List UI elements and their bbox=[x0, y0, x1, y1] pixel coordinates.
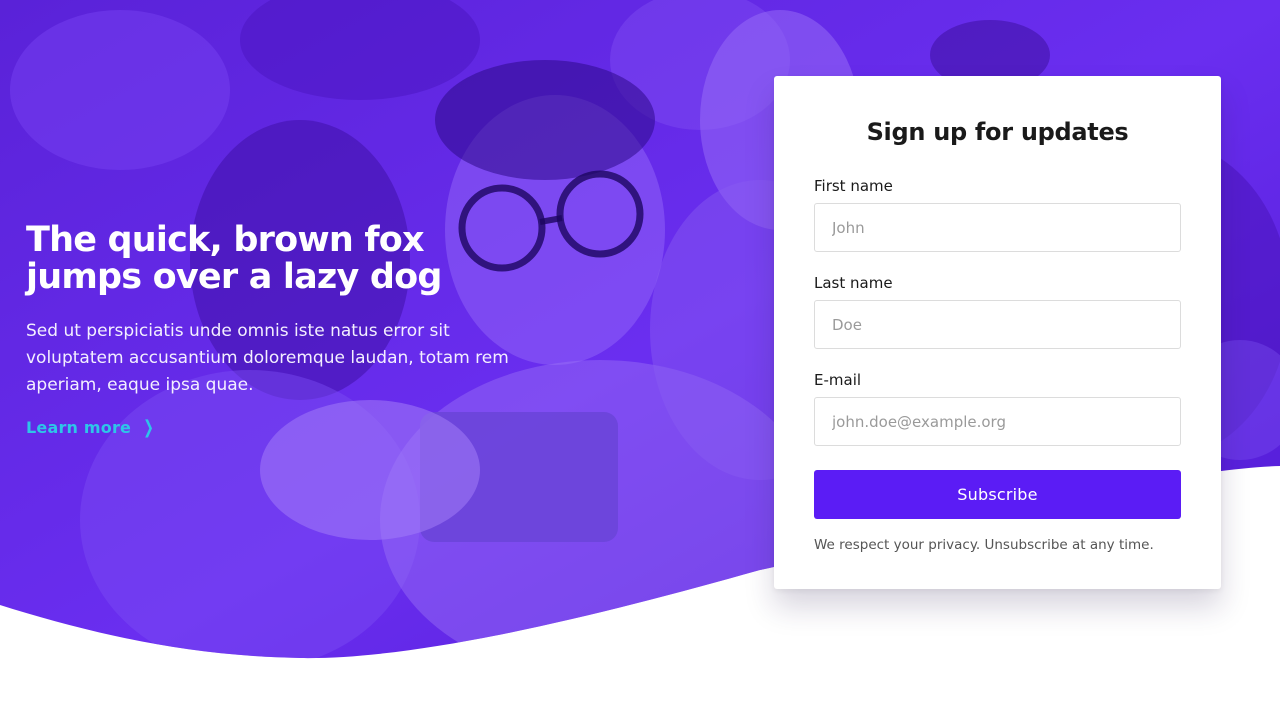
signup-card: Sign up for updates First name Last name… bbox=[774, 76, 1221, 589]
first-name-label: First name bbox=[814, 177, 893, 195]
email-input[interactable] bbox=[814, 397, 1181, 446]
hero-description: Sed ut perspiciatis unde omnis iste natu… bbox=[26, 321, 509, 395]
first-name-input[interactable] bbox=[814, 203, 1181, 252]
subscribe-button[interactable]: Subscribe bbox=[814, 470, 1181, 519]
learn-more-label: Learn more bbox=[26, 418, 132, 437]
last-name-input[interactable] bbox=[814, 300, 1181, 349]
hero-title: The quick, brown fox jumps over a lazy d… bbox=[26, 220, 442, 297]
privacy-note: We respect your privacy. Unsubscribe at … bbox=[814, 537, 1154, 553]
signup-title: Sign up for updates bbox=[866, 118, 1129, 146]
chevron-right-icon: ❯ bbox=[143, 417, 155, 438]
email-label: E-mail bbox=[814, 371, 862, 389]
learn-more-link[interactable]: Learn more ❯ bbox=[26, 417, 156, 438]
hero-text: The quick, brown fox jumps over a lazy d… bbox=[26, 220, 526, 439]
last-name-label: Last name bbox=[814, 274, 893, 292]
